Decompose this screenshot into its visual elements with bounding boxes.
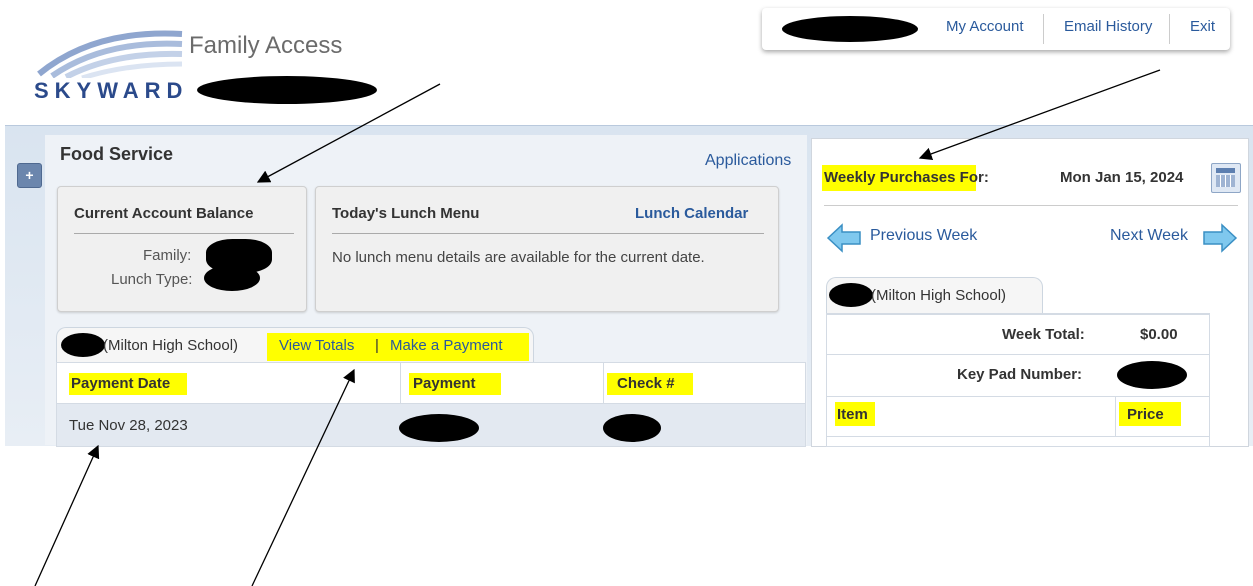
- arrow-to-payment-date: [34, 444, 100, 586]
- annotation-arrows: [34, 69, 1161, 586]
- arrow-to-balance: [256, 83, 441, 183]
- arrow-to-view-totals: [251, 368, 355, 586]
- arrow-to-weekly: [918, 69, 1161, 161]
